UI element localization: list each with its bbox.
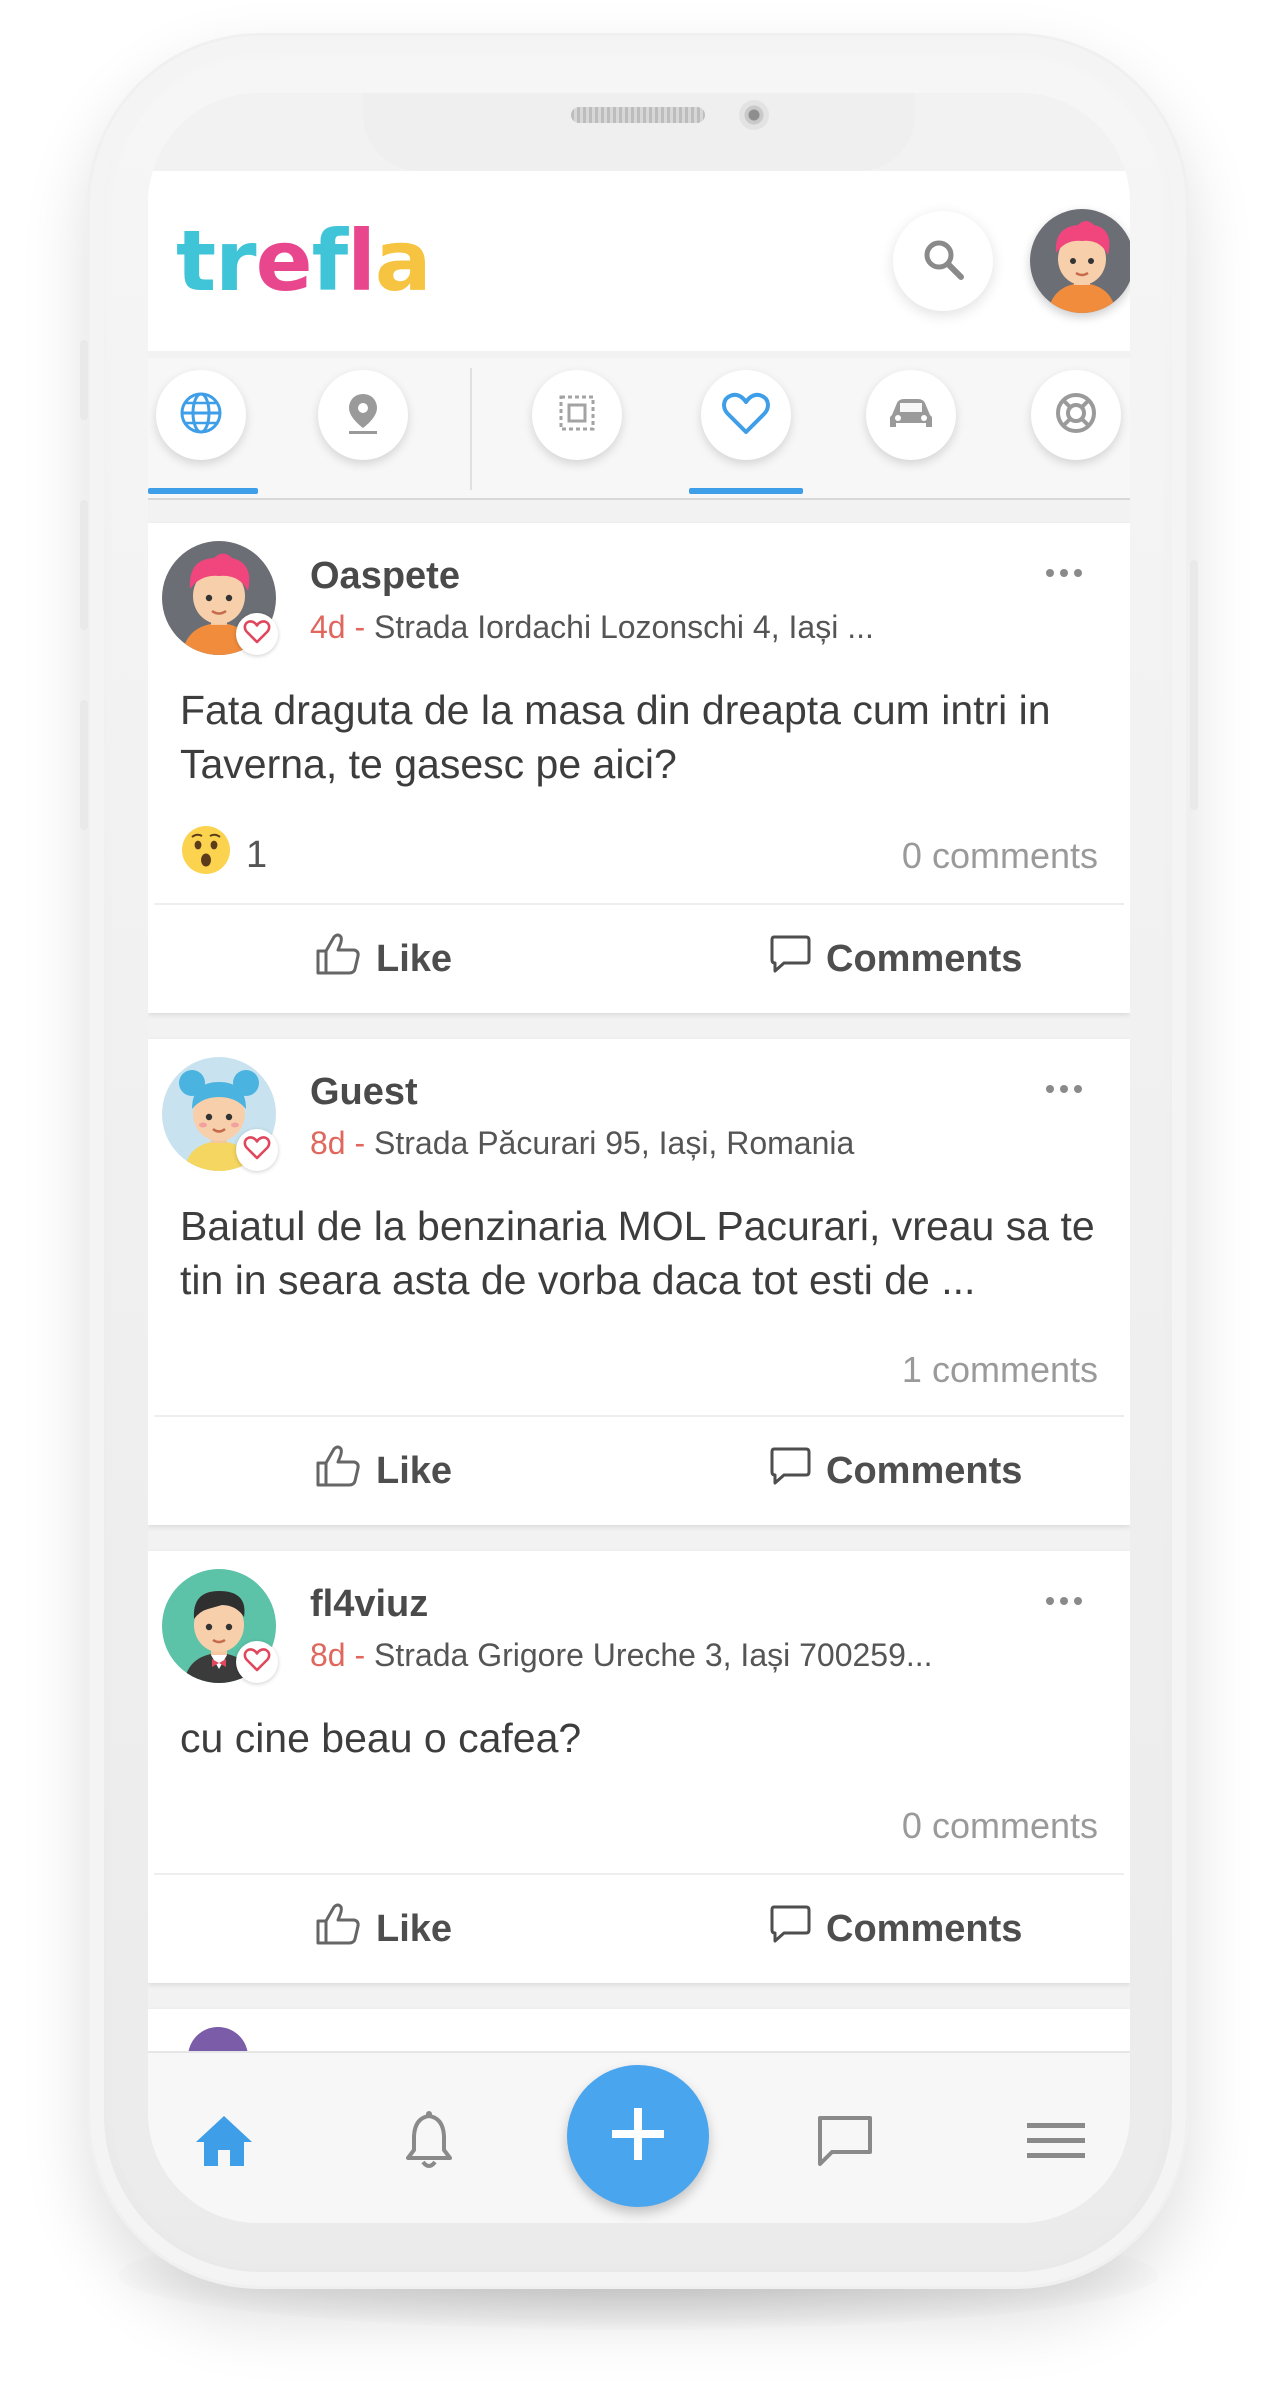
- app-logo[interactable]: trefla: [176, 219, 432, 303]
- post-meta: 8d - Strada Păcurari 95, Iași, Romania: [310, 1125, 854, 1162]
- post-location: Strada Păcurari 95, Iași, Romania: [374, 1125, 855, 1161]
- comment-bubble-icon: [768, 1903, 812, 1955]
- like-button[interactable]: Like: [314, 905, 452, 1013]
- heart-icon: [243, 1135, 271, 1166]
- bell-icon: [401, 2110, 457, 2177]
- like-label: Like: [376, 1449, 453, 1492]
- nav-menu[interactable]: [1016, 2103, 1096, 2183]
- heart-badge: [236, 1129, 278, 1171]
- comment-bubble-icon: [768, 1445, 812, 1497]
- post-location: Strada Iordachi Lozonschi 4, Iași ...: [374, 609, 874, 645]
- post-card: Oaspete 4d - Strada Iordachi Lozonschi 4…: [148, 523, 1130, 1013]
- comments-count[interactable]: 0 comments: [902, 835, 1098, 877]
- phone-side-button: [80, 500, 88, 630]
- comments-label: Comments: [826, 937, 1023, 980]
- car-icon: [886, 393, 936, 438]
- post-time: 8d -: [310, 1637, 375, 1673]
- comments-button[interactable]: Comments: [768, 1417, 1022, 1525]
- comments-count[interactable]: 0 comments: [902, 1805, 1098, 1847]
- nav-messages[interactable]: [805, 2103, 885, 2183]
- heart-icon: [243, 1647, 271, 1678]
- like-label: Like: [376, 937, 453, 980]
- active-tab-indicator: [148, 488, 258, 494]
- heart-icon: [721, 390, 771, 441]
- comments-button[interactable]: Comments: [768, 1875, 1022, 1983]
- like-button[interactable]: Like: [314, 1417, 452, 1525]
- post-card: Guest 8d - Strada Păcurari 95, Iași, Rom…: [148, 1039, 1130, 1525]
- like-label: Like: [376, 1907, 453, 1950]
- comments-button[interactable]: Comments: [768, 905, 1022, 1013]
- globe-icon: [178, 390, 224, 441]
- nav-home[interactable]: [184, 2103, 264, 2183]
- thumbs-up-icon: [314, 1901, 362, 1957]
- tab-global[interactable]: [156, 370, 246, 460]
- more-options-button[interactable]: [1046, 1079, 1090, 1099]
- reactions[interactable]: 1: [180, 824, 268, 886]
- speaker-grille: [571, 107, 705, 123]
- search-button[interactable]: [893, 211, 993, 311]
- post-time: 8d -: [310, 1125, 375, 1161]
- front-camera: [739, 100, 769, 130]
- phone-notch: [363, 93, 915, 171]
- phone-side-button: [80, 340, 88, 420]
- user-avatar[interactable]: [1030, 209, 1130, 313]
- heart-badge: [236, 613, 278, 655]
- active-tab-indicator: [689, 488, 803, 494]
- phone-side-button: [80, 700, 88, 830]
- post-location: Strada Grigore Ureche 3, Iași 700259...: [374, 1637, 933, 1673]
- heart-badge: [236, 1641, 278, 1683]
- nav-notifications[interactable]: [389, 2103, 469, 2183]
- comments-label: Comments: [826, 1907, 1023, 1950]
- tab-cars[interactable]: [866, 370, 956, 460]
- tab-divider: [470, 368, 472, 490]
- more-options-button[interactable]: [1046, 563, 1090, 583]
- post-time: 4d -: [310, 609, 375, 645]
- reaction-count: 1: [246, 833, 268, 876]
- home-icon: [192, 2112, 256, 2175]
- create-post-button[interactable]: [567, 2065, 709, 2207]
- post-actions: Like Comments: [154, 1415, 1124, 1525]
- comments-count[interactable]: 1 comments: [902, 1349, 1098, 1391]
- post-card: fl4viuz 8d - Strada Grigore Ureche 3, Ia…: [148, 1551, 1130, 1983]
- search-icon: [918, 234, 968, 289]
- bottom-navigation: [148, 2051, 1130, 2223]
- location-pin-icon: [343, 390, 383, 441]
- tab-help[interactable]: [1031, 370, 1121, 460]
- post-meta: 4d - Strada Iordachi Lozonschi 4, Iași .…: [310, 609, 874, 646]
- lifebuoy-icon: [1053, 390, 1099, 441]
- post-text: Fata draguta de la masa din dreapta cum …: [180, 687, 1051, 787]
- thumbs-up-icon: [314, 1443, 362, 1499]
- tab-nearby[interactable]: [318, 370, 408, 460]
- chat-bubble-icon: [814, 2112, 876, 2175]
- category-tabs: [148, 358, 1130, 500]
- post-actions: Like Comments: [154, 1873, 1124, 1983]
- post-actions: Like Comments: [154, 903, 1124, 1013]
- surprised-emoji-icon: [180, 824, 232, 886]
- frame-icon: [555, 391, 599, 440]
- post-author[interactable]: Guest: [310, 1071, 418, 1114]
- comment-bubble-icon: [768, 933, 812, 985]
- heart-icon: [243, 619, 271, 650]
- plus-icon: [606, 2102, 670, 2171]
- phone-power-button: [1190, 560, 1198, 810]
- post-text: Baiatul de la benzinaria MOL Pacurari, v…: [180, 1203, 1095, 1303]
- like-button[interactable]: Like: [314, 1875, 452, 1983]
- comments-label: Comments: [826, 1449, 1023, 1492]
- post-author[interactable]: Oaspete: [310, 555, 460, 598]
- post-author[interactable]: fl4viuz: [310, 1583, 428, 1626]
- thumbs-up-icon: [314, 931, 362, 987]
- app-screen: trefla Oaspete 4d - Strada Iordachi Lozo…: [148, 93, 1130, 2223]
- post-meta: 8d - Strada Grigore Ureche 3, Iași 70025…: [310, 1637, 933, 1674]
- app-header: trefla: [148, 171, 1130, 351]
- post-text: cu cine beau o cafea?: [180, 1715, 582, 1761]
- tab-favorites[interactable]: [701, 370, 791, 460]
- more-options-button[interactable]: [1046, 1591, 1090, 1611]
- tab-frame[interactable]: [532, 370, 622, 460]
- hamburger-menu-icon: [1025, 2117, 1087, 2170]
